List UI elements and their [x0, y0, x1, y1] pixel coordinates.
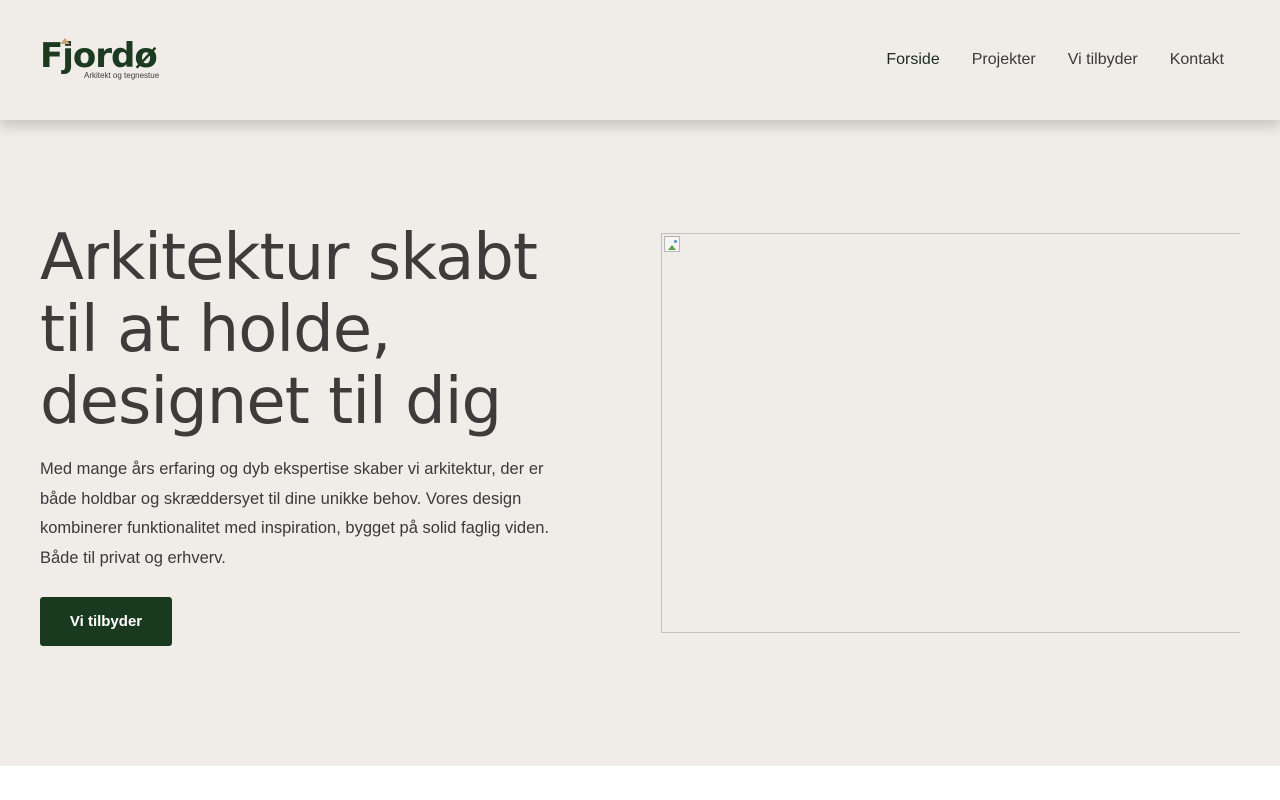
- logo-roof-icon: [60, 38, 70, 44]
- logo-tagline: Arkitekt og tegnestue: [84, 71, 160, 80]
- nav-item-forside[interactable]: Forside: [886, 49, 939, 71]
- headline-line: Arkitektur skabt: [40, 221, 538, 295]
- vi-tilbyder-button[interactable]: Vi tilbyder: [40, 597, 172, 646]
- nav-item-vi-tilbyder[interactable]: Vi tilbyder: [1068, 49, 1138, 71]
- hero-headline: Arkitektur skabt til at holde, designet …: [40, 222, 600, 438]
- hero-image: [661, 233, 1240, 633]
- nav-item-projekter[interactable]: Projekter: [972, 49, 1036, 71]
- hero-description: Med mange års erfaring og dyb ekspertise…: [40, 460, 550, 567]
- headline-line: designet til dig: [40, 365, 502, 439]
- nav-item-kontakt[interactable]: Kontakt: [1170, 49, 1224, 71]
- main-nav: Forside Projekter Vi tilbyder Kontakt: [886, 49, 1224, 71]
- logo[interactable]: Fjordø Arkitekt og tegnestue: [40, 36, 170, 86]
- logo-wordmark: Fjordø: [40, 36, 158, 76]
- hero-section: Arkitektur skabt til at holde, designet …: [0, 120, 1280, 766]
- headline-line: til at holde,: [40, 293, 392, 367]
- broken-image-icon: [664, 236, 680, 252]
- site-header: Fjordø Arkitekt og tegnestue Forside Pro…: [0, 0, 1280, 120]
